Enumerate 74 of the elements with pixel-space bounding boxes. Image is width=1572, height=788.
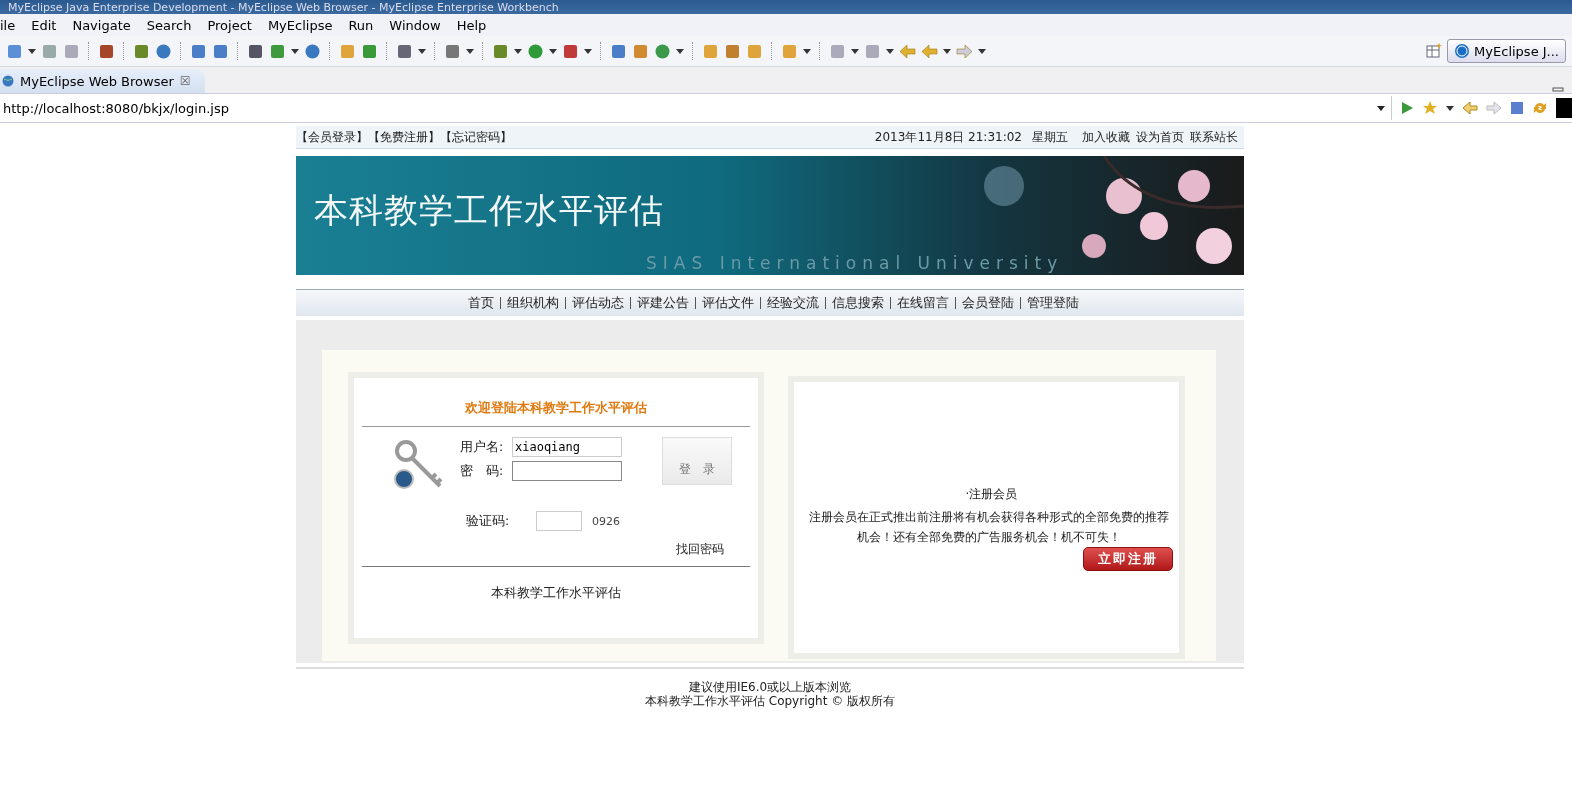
dropdown-caret-icon[interactable] <box>943 48 951 54</box>
menu-item[interactable]: Navigate <box>64 17 139 33</box>
login-footer-text: 本科教学工作水平评估 <box>362 566 750 602</box>
globe-icon <box>2 75 14 87</box>
password-field[interactable] <box>512 461 622 481</box>
nav-link[interactable]: 在线留言 <box>889 297 949 309</box>
footer-text: 建议使用IE6.0或以上版本浏览 <box>687 680 853 694</box>
nav-link[interactable]: 评估动态 <box>564 297 624 309</box>
dropdown-caret-icon[interactable] <box>676 48 684 54</box>
date-time: 2013年11月8日 21:31:02 <box>874 128 1022 146</box>
menu-item[interactable]: Window <box>381 17 449 33</box>
username-label: 用户名: <box>460 438 505 456</box>
open-perspective-icon[interactable] <box>1426 43 1443 59</box>
site-link[interactable]: 联系站长 <box>1190 128 1238 146</box>
username-field[interactable]: xiaoqiang <box>512 437 622 457</box>
nav-link[interactable]: 评估文件 <box>694 297 754 309</box>
banner-subtitle: SIAS International University <box>646 253 1064 273</box>
dropdown-caret-icon[interactable] <box>978 48 986 54</box>
dropdown-caret-icon[interactable] <box>28 48 36 54</box>
register-heading: ·注册会员 <box>964 486 1019 503</box>
captcha-field[interactable] <box>536 511 582 531</box>
weekday: 星期五 <box>1032 128 1068 146</box>
editor-tab[interactable]: MyEclipse Web Browser ☒ <box>0 69 205 93</box>
menu-item[interactable]: Edit <box>23 17 65 33</box>
login-heading: 欢迎登陆本科教学工作水平评估 <box>362 378 750 427</box>
nav-link[interactable]: 信息搜索 <box>824 297 884 309</box>
site-link[interactable]: 设为首页 <box>1136 128 1184 146</box>
login-button[interactable]: 登 录 <box>662 437 732 485</box>
minimize-icon[interactable] <box>1552 85 1564 93</box>
url-field[interactable]: http://localhost:8080/bkjx/login.jsp <box>0 96 1392 120</box>
menu-item[interactable]: MyEclipse <box>259 17 341 33</box>
nav-link[interactable]: 管理登陆 <box>1019 297 1079 309</box>
dropdown-caret-icon[interactable] <box>291 48 299 54</box>
register-text: 注册会员在正式推出前注册将有机会获得各种形式的全部免费的推荐机会！还有全部免费的广告服务机会！机不可失！ <box>807 509 1170 546</box>
dropdown-caret-icon[interactable] <box>803 48 811 54</box>
go-icon[interactable] <box>1400 101 1414 115</box>
menu-item[interactable]: Run <box>340 17 382 33</box>
banner-title: 本科教学工作水平评估 <box>314 188 664 232</box>
logo-icon <box>1454 43 1471 59</box>
nav-link[interactable]: 评建公告 <box>629 297 689 309</box>
dropdown-caret-icon[interactable] <box>1446 105 1454 111</box>
dropdown-caret-icon[interactable] <box>549 48 557 54</box>
password-label: 密 码: <box>460 462 505 480</box>
captcha-code: 0926 <box>592 514 620 528</box>
menu-item[interactable]: Help <box>448 17 495 33</box>
dropdown-caret-icon[interactable] <box>418 48 426 54</box>
stop-icon[interactable] <box>1510 101 1524 115</box>
menu-item[interactable]: Project <box>199 17 260 33</box>
perspective-button[interactable]: MyEclipse J... <box>1447 39 1566 63</box>
captcha-label: 验证码: <box>466 512 511 530</box>
dropdown-caret-icon[interactable] <box>584 48 592 54</box>
top-link[interactable]: 【会员登录】 <box>296 129 368 144</box>
back-icon[interactable] <box>1462 101 1478 115</box>
dropdown-caret-icon[interactable] <box>1377 105 1385 111</box>
nav-link[interactable]: 会员登陆 <box>954 297 1014 309</box>
refresh-icon[interactable] <box>1532 100 1548 116</box>
site-link[interactable]: 加入收藏 <box>1082 128 1130 146</box>
dropdown-caret-icon[interactable] <box>514 48 522 54</box>
dropdown-caret-icon[interactable] <box>466 48 474 54</box>
nav-link[interactable]: 组织机构 <box>499 297 559 309</box>
nav-link[interactable]: 经验交流 <box>759 297 819 309</box>
nav-link[interactable]: 首页 <box>461 294 494 312</box>
top-link[interactable]: 【忘记密码】 <box>440 129 512 144</box>
register-button[interactable]: 立即注册 <box>1083 547 1173 571</box>
close-button[interactable]: ☒ <box>179 74 191 88</box>
forgot-password-link[interactable]: 找回密码 <box>676 542 724 556</box>
menu-item[interactable]: ile <box>0 17 24 33</box>
window-title: MyEclipse Java Enterprise Development - MyEclipse Web Browser - MyEclipse Enterprise Workbench <box>8 1 559 14</box>
dropdown-caret-icon[interactable] <box>886 48 894 54</box>
star-icon[interactable] <box>1422 100 1438 116</box>
menu-item[interactable]: Search <box>138 17 200 33</box>
top-link[interactable]: 【免费注册】 <box>368 129 440 144</box>
footer-text: 本科教学工作水平评估 Copyright © 版权所有 <box>643 694 897 708</box>
dropdown-caret-icon[interactable] <box>851 48 859 54</box>
